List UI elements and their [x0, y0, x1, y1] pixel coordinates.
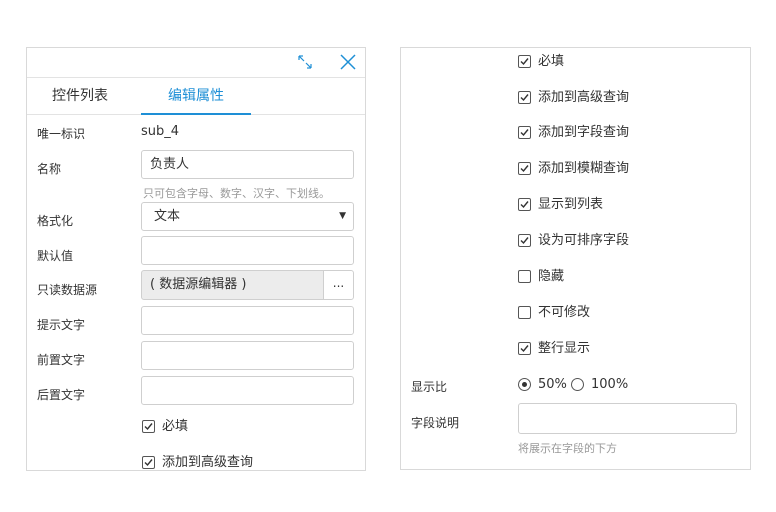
right-properties-panel: 必填添加到高级查询 添加到字段查询 添加到模糊查询 显示到列表设为可排序字段 隐藏不可修… [400, 47, 751, 470]
checkbox-box [142, 456, 155, 469]
unique-id-value: sub_4 [141, 124, 180, 139]
readonly-source-field: ( 数据源编辑器 ) [141, 270, 324, 300]
checkbox-box [518, 342, 531, 355]
full-row-display-label: 整行显示 [538, 341, 591, 356]
hidden-label: 隐藏 [538, 269, 565, 284]
not-editable-label: 不可修改 [538, 305, 591, 320]
readonly-source-edit-button[interactable]: ... [323, 270, 354, 300]
left-properties-panel: 控件列表 编辑属性 唯一标识 sub_4 名称 负责人 只可包含字母、数字、汉字… [26, 47, 366, 471]
active-tab-indicator [141, 113, 251, 115]
radio-circle [571, 378, 584, 391]
tab-edit-properties[interactable]: 编辑属性 [141, 78, 251, 115]
set-sortable-field-label: 设为可排序字段 [538, 233, 630, 248]
add-to-fuzzy-query-label: 添加到模糊查询 [538, 161, 630, 176]
panel-toolbar [27, 48, 365, 78]
format-select[interactable]: 文本 ▼ [141, 202, 354, 231]
unique-id-label: 唯一标识 [37, 127, 86, 141]
add-to-advanced-query-label: 添加到高级查询 [162, 455, 254, 470]
radio-circle [518, 378, 531, 391]
checkbox-box [518, 270, 531, 283]
name-hint: 只可包含字母、数字、汉字、下划线。 [143, 187, 330, 200]
field-description-hint: 将展示在字段的下方 [518, 442, 617, 455]
placeholder-text-input[interactable] [141, 306, 354, 335]
panel-tabs: 控件列表 编辑属性 [27, 78, 365, 115]
default-value-label: 默认值 [37, 249, 74, 263]
checkbox-box [518, 55, 531, 68]
required-label: 必填 [538, 54, 565, 69]
prefix-text-label: 前置文字 [37, 353, 86, 367]
add-to-advanced-query-label: 添加到高级查询 [538, 90, 630, 105]
checkbox-box [518, 91, 531, 104]
expand-icon[interactable] [295, 52, 315, 72]
field-description-label: 字段说明 [411, 416, 460, 430]
readonly-source-group: ( 数据源编辑器 ) ... [141, 270, 354, 300]
display-ratio-label: 显示比 [411, 380, 448, 394]
add-to-field-query-label: 添加到字段查询 [538, 125, 630, 140]
chevron-down-icon: ▼ [339, 211, 346, 221]
tab-control-list[interactable]: 控件列表 [27, 78, 133, 114]
default-value-input[interactable] [141, 236, 354, 265]
tab-edit-properties-label: 编辑属性 [168, 88, 224, 104]
field-description-input[interactable] [518, 403, 737, 434]
name-input[interactable]: 负责人 [141, 150, 354, 179]
readonly-source-label: 只读数据源 [37, 283, 98, 297]
checkbox-box [518, 162, 531, 175]
checkbox-box [518, 234, 531, 247]
close-icon[interactable] [338, 52, 358, 72]
required-checkbox-label: 必填 [162, 419, 189, 434]
checkbox-box [518, 306, 531, 319]
format-select-value: 文本 [154, 209, 181, 224]
checkbox-box [518, 126, 531, 139]
name-label: 名称 [37, 162, 62, 176]
radio-selected-dot [522, 382, 527, 387]
suffix-text-input[interactable] [141, 376, 354, 405]
placeholder-text-label: 提示文字 [37, 318, 86, 332]
suffix-text-label: 后置文字 [37, 388, 86, 402]
ratio-100-label: 100% [591, 377, 629, 392]
ratio-50-label: 50% [538, 377, 567, 392]
format-label: 格式化 [37, 214, 74, 228]
show-in-list-label: 显示到列表 [538, 197, 604, 212]
checkbox-box [518, 198, 531, 211]
prefix-text-input[interactable] [141, 341, 354, 370]
checkbox-box [142, 420, 155, 433]
